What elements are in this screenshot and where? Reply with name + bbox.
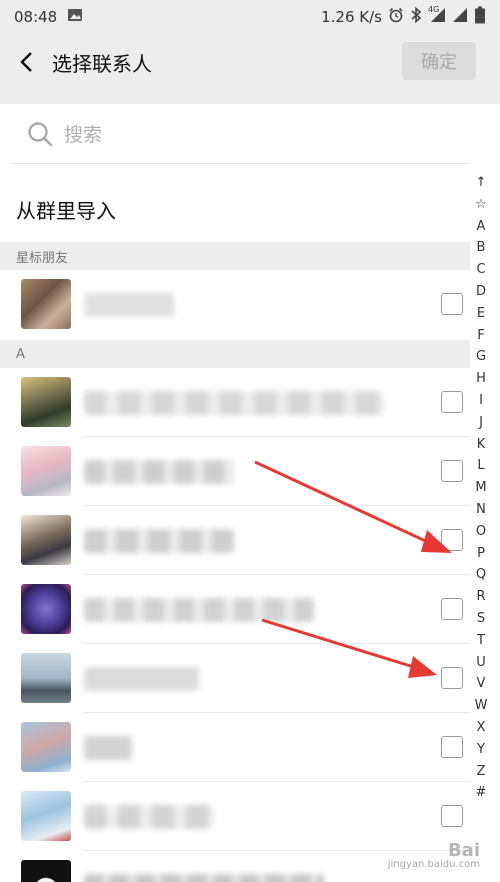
- index-letter[interactable]: G: [476, 346, 486, 368]
- index-letter[interactable]: ↑: [476, 172, 487, 194]
- image-notification-icon: [67, 8, 83, 26]
- back-arrow-icon[interactable]: [6, 34, 46, 90]
- index-letter[interactable]: T: [477, 630, 485, 652]
- index-letter[interactable]: D: [476, 281, 486, 303]
- contact-row[interactable]: [0, 644, 470, 713]
- select-checkbox[interactable]: [441, 391, 463, 413]
- avatar: [21, 446, 71, 496]
- avatar: [21, 791, 71, 841]
- index-letter[interactable]: Y: [477, 739, 485, 761]
- alarm-icon: [388, 7, 404, 27]
- select-checkbox[interactable]: [441, 805, 463, 827]
- contact-row[interactable]: [0, 506, 470, 575]
- nav-bar: 选择联系人 确定: [0, 34, 500, 90]
- index-letter[interactable]: F: [477, 325, 484, 347]
- status-speed: 1.26 K/s: [321, 8, 382, 26]
- contact-name-blurred: [84, 460, 234, 484]
- index-letter[interactable]: B: [477, 237, 486, 259]
- contact-row[interactable]: [0, 437, 470, 506]
- index-letter[interactable]: ☆: [475, 194, 487, 216]
- contact-name-blurred: [84, 805, 214, 829]
- index-letter[interactable]: R: [476, 586, 485, 608]
- avatar: [21, 279, 71, 329]
- bluetooth-icon: [410, 6, 422, 27]
- section-header-starred: 星标朋友: [0, 242, 470, 270]
- index-letter[interactable]: C: [476, 259, 485, 281]
- contact-row[interactable]: [0, 270, 470, 339]
- avatar: [21, 860, 71, 882]
- contact-name-blurred: [84, 874, 324, 882]
- signal-icon: 4G: [428, 5, 446, 27]
- index-letter[interactable]: J: [479, 412, 483, 434]
- contact-row[interactable]: [0, 575, 470, 644]
- index-letter[interactable]: P: [477, 543, 485, 565]
- index-letter[interactable]: H: [476, 368, 486, 390]
- contact-list: 搜索 从群里导入 星标朋友 A: [0, 104, 500, 882]
- index-letter[interactable]: O: [476, 521, 486, 543]
- contact-name-blurred: [84, 736, 132, 760]
- index-letter[interactable]: Z: [477, 761, 486, 783]
- search-input[interactable]: 搜索: [12, 104, 470, 164]
- index-letter[interactable]: K: [477, 434, 486, 456]
- watermark-line2: jingyan.baidu.com: [387, 859, 480, 870]
- contact-name-blurred: [84, 293, 174, 317]
- confirm-button[interactable]: 确定: [402, 42, 476, 80]
- index-letter[interactable]: S: [477, 608, 485, 630]
- status-bar: 08:48 1.26 K/s 4G: [0, 0, 500, 34]
- select-checkbox[interactable]: [441, 460, 463, 482]
- avatar: [21, 584, 71, 634]
- section-header-a: A: [0, 340, 470, 368]
- contact-name-blurred: [84, 529, 234, 553]
- index-letter[interactable]: #: [476, 782, 487, 804]
- network-type-label: 4G: [428, 5, 440, 14]
- select-checkbox[interactable]: [441, 598, 463, 620]
- index-letter[interactable]: L: [477, 455, 484, 477]
- contact-row[interactable]: [0, 782, 470, 851]
- index-letter[interactable]: M: [475, 477, 486, 499]
- index-letter[interactable]: I: [479, 390, 483, 412]
- avatar: [21, 377, 71, 427]
- status-time: 08:48: [14, 8, 58, 26]
- avatar: [21, 653, 71, 703]
- index-letter[interactable]: N: [476, 499, 486, 521]
- alphabet-index-bar[interactable]: ↑ ☆ A B C D E F G H I J K L M N O P Q R S T U V W X Y Z #: [470, 172, 492, 804]
- contact-row[interactable]: [0, 368, 470, 437]
- watermark: Bai jingyan.baidu.com: [387, 840, 480, 872]
- index-letter[interactable]: A: [477, 216, 486, 238]
- select-checkbox[interactable]: [441, 667, 463, 689]
- search-placeholder: 搜索: [64, 124, 103, 146]
- avatar: [21, 722, 71, 772]
- contact-name-blurred: [84, 391, 384, 415]
- contact-name-blurred: [84, 598, 314, 622]
- search-icon: [28, 121, 53, 146]
- battery-icon: [474, 6, 486, 28]
- index-letter[interactable]: X: [477, 717, 486, 739]
- watermark-line1: Bai: [447, 840, 480, 861]
- index-letter[interactable]: W: [475, 695, 488, 717]
- import-from-group-button[interactable]: 从群里导入: [0, 176, 470, 242]
- index-letter[interactable]: E: [477, 303, 485, 325]
- contact-row[interactable]: [0, 713, 470, 782]
- select-checkbox[interactable]: [441, 293, 463, 315]
- select-checkbox[interactable]: [441, 736, 463, 758]
- index-letter[interactable]: U: [476, 652, 486, 674]
- contact-name-blurred: [84, 667, 199, 691]
- page-title: 选择联系人: [52, 51, 152, 76]
- signal-strength-icon: [452, 7, 468, 27]
- index-letter[interactable]: V: [477, 673, 486, 695]
- avatar: [21, 515, 71, 565]
- index-letter[interactable]: Q: [476, 564, 486, 586]
- select-checkbox[interactable]: [441, 529, 463, 551]
